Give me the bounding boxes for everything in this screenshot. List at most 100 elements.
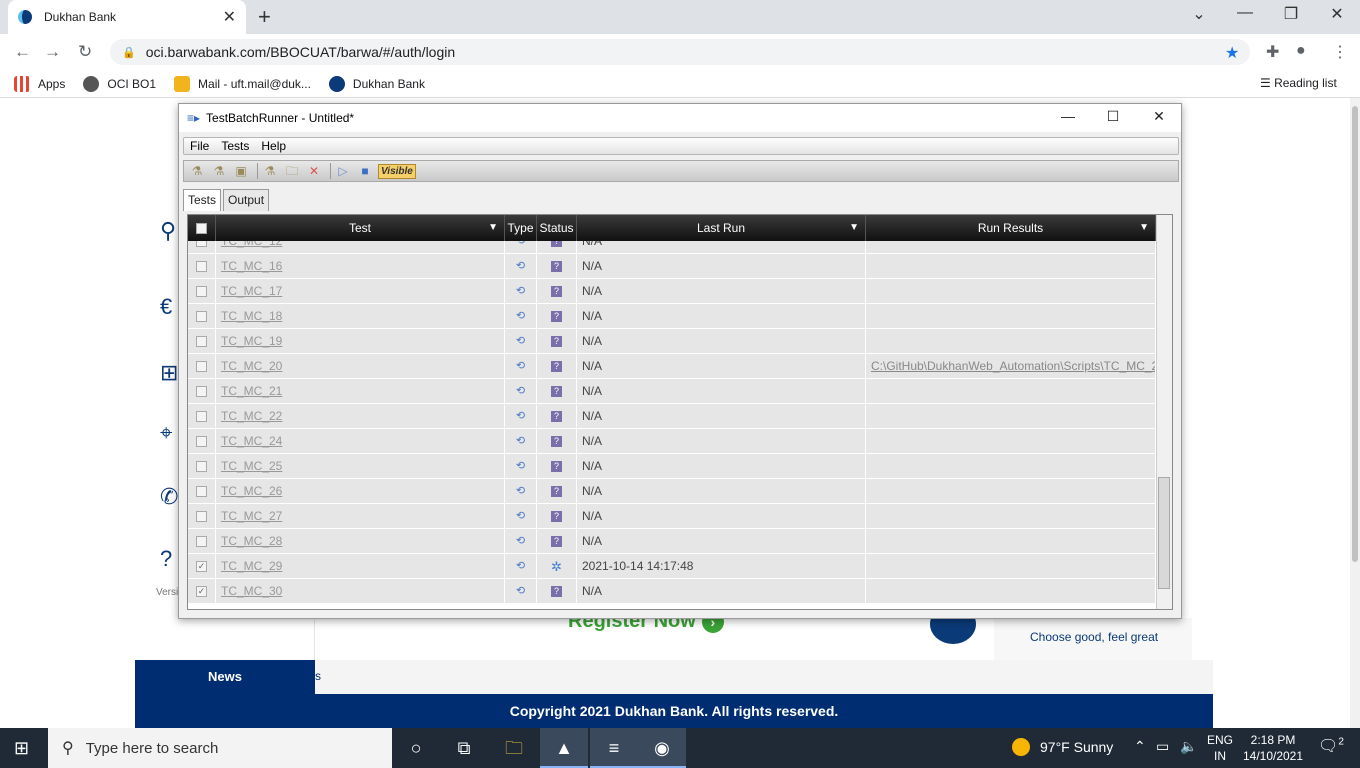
- run-results-cell[interactable]: [866, 529, 1156, 553]
- network-icon[interactable]: ▭: [1156, 738, 1169, 755]
- tab-tests[interactable]: Tests: [183, 189, 222, 211]
- test-name-cell[interactable]: TC_MC_29: [216, 554, 505, 578]
- window-maximize-button[interactable]: ☐: [1098, 108, 1128, 125]
- row-checkbox-cell[interactable]: [188, 454, 216, 478]
- checkbox[interactable]: [196, 386, 207, 398]
- table-row[interactable]: TC_MC_22 ⟲? N/A: [188, 404, 1156, 429]
- checkbox[interactable]: [196, 286, 207, 298]
- menu-file[interactable]: File: [184, 139, 215, 153]
- checkbox[interactable]: [196, 411, 207, 423]
- run-results-cell[interactable]: [866, 554, 1156, 578]
- table-row[interactable]: TC_MC_20 ⟲? N/A C:\GitHub\DukhanWeb_Automat…: [188, 354, 1156, 379]
- checkbox[interactable]: [196, 461, 207, 473]
- volume-icon[interactable]: 🔈: [1180, 738, 1197, 755]
- visible-toggle[interactable]: Visible: [378, 163, 416, 179]
- test-name-cell[interactable]: TC_MC_21: [216, 379, 505, 403]
- row-checkbox-cell[interactable]: [188, 479, 216, 503]
- test-name-cell[interactable]: TC_MC_12: [216, 241, 505, 253]
- cortana-icon[interactable]: ○: [392, 728, 440, 768]
- taskbar-search-box[interactable]: ⚲ Type here to search: [48, 728, 392, 768]
- window-close-button[interactable]: ✕: [1144, 108, 1174, 125]
- new-tab-button[interactable]: +: [258, 4, 271, 30]
- row-checkbox-cell[interactable]: [188, 254, 216, 278]
- phone-icon[interactable]: ✆: [160, 484, 178, 510]
- bookmark-dukhan[interactable]: Dukhan Bank: [328, 75, 425, 92]
- row-checkbox-cell[interactable]: [188, 529, 216, 553]
- add-folder-icon[interactable]: 🗀: [283, 163, 301, 179]
- row-checkbox-cell[interactable]: [188, 404, 216, 428]
- forward-icon[interactable]: →: [44, 42, 61, 62]
- bookmark-star-icon[interactable]: ★: [1225, 43, 1239, 63]
- run-results-cell[interactable]: C:\GitHub\DukhanWeb_Automation\Scripts\T…: [866, 354, 1156, 378]
- chrome-icon[interactable]: ◉: [638, 728, 686, 768]
- location-icon[interactable]: ⌖: [160, 420, 172, 446]
- profile-avatar-icon[interactable]: ●: [1296, 42, 1306, 60]
- row-checkbox-cell[interactable]: ✓: [188, 554, 216, 578]
- open-test-icon[interactable]: ⚗: [210, 163, 228, 179]
- save-icon[interactable]: ▣: [232, 163, 250, 179]
- checkbox[interactable]: ✓: [196, 586, 207, 598]
- test-name-cell[interactable]: TC_MC_24: [216, 429, 505, 453]
- row-checkbox-cell[interactable]: [188, 279, 216, 303]
- row-checkbox-cell[interactable]: ✓: [188, 579, 216, 603]
- row-checkbox-cell[interactable]: [188, 241, 216, 253]
- window-minimize-button[interactable]: —: [1053, 108, 1083, 124]
- notifications-icon[interactable]: 🗨2: [1318, 736, 1344, 756]
- bookmark-oci-bo1[interactable]: OCI BO1: [83, 75, 156, 92]
- address-bar[interactable]: 🔒 oci.barwabank.com/BBOCUAT/barwa/#/auth…: [110, 39, 1250, 65]
- task-view-icon[interactable]: ⧉: [440, 728, 488, 768]
- table-row[interactable]: TC_MC_28 ⟲? N/A: [188, 529, 1156, 554]
- column-header-last-run[interactable]: Last Run ▼: [577, 215, 866, 241]
- table-row[interactable]: TC_MC_26 ⟲? N/A: [188, 479, 1156, 504]
- extensions-icon[interactable]: ✚: [1266, 42, 1279, 62]
- row-checkbox-cell[interactable]: [188, 429, 216, 453]
- file-explorer-icon[interactable]: 🗀: [490, 728, 538, 768]
- back-icon[interactable]: ←: [14, 42, 31, 62]
- test-name-cell[interactable]: TC_MC_27: [216, 504, 505, 528]
- test-name-cell[interactable]: TC_MC_16: [216, 254, 505, 278]
- test-name-cell[interactable]: TC_MC_25: [216, 454, 505, 478]
- run-results-cell[interactable]: [866, 404, 1156, 428]
- show-hidden-icons-icon[interactable]: ⌃: [1134, 738, 1146, 755]
- table-row[interactable]: ✓ TC_MC_29 ⟲ ✲ 2021-10-14 14:17:48: [188, 554, 1156, 579]
- user-icon[interactable]: ⚲: [160, 218, 176, 244]
- run-results-cell[interactable]: [866, 479, 1156, 503]
- row-checkbox-cell[interactable]: [188, 304, 216, 328]
- run-results-cell[interactable]: [866, 329, 1156, 353]
- test-name-cell[interactable]: TC_MC_18: [216, 304, 505, 328]
- checkbox[interactable]: [196, 486, 207, 498]
- table-row[interactable]: TC_MC_21 ⟲? N/A: [188, 379, 1156, 404]
- test-name-cell[interactable]: TC_MC_22: [216, 404, 505, 428]
- bookmark-apps[interactable]: Apps: [14, 75, 65, 92]
- close-tab-icon[interactable]: ✕: [223, 7, 236, 27]
- checkbox[interactable]: [196, 241, 207, 248]
- window-titlebar[interactable]: ≡▸ TestBatchRunner - Untitled*: [179, 104, 1181, 132]
- run-results-cell[interactable]: [866, 241, 1156, 253]
- calculator-icon[interactable]: ⊞: [160, 360, 178, 386]
- table-row[interactable]: TC_MC_25 ⟲? N/A: [188, 454, 1156, 479]
- column-header-test[interactable]: Test ▼: [216, 215, 505, 241]
- test-name-cell[interactable]: TC_MC_19: [216, 329, 505, 353]
- reload-icon[interactable]: ↻: [78, 42, 92, 62]
- news-tab[interactable]: News: [135, 660, 315, 694]
- batch-runner-taskbar-icon[interactable]: ≡: [590, 728, 638, 768]
- menu-help[interactable]: Help: [255, 139, 292, 153]
- page-scroll-thumb[interactable]: [1352, 106, 1358, 562]
- checkbox[interactable]: [196, 436, 207, 448]
- table-row[interactable]: TC_MC_12 ⟲? N/A: [188, 241, 1156, 254]
- tab-output[interactable]: Output: [223, 189, 270, 211]
- table-row[interactable]: TC_MC_24 ⟲? N/A: [188, 429, 1156, 454]
- add-tests-icon[interactable]: ⚗: [261, 163, 279, 179]
- stop-icon[interactable]: ■: [356, 163, 374, 179]
- run-results-cell[interactable]: [866, 429, 1156, 453]
- table-row[interactable]: TC_MC_17 ⟲? N/A: [188, 279, 1156, 304]
- select-all-checkbox[interactable]: [188, 215, 216, 241]
- checkbox[interactable]: [196, 536, 207, 548]
- checkbox[interactable]: [196, 311, 207, 323]
- checkbox[interactable]: [196, 511, 207, 523]
- test-name-cell[interactable]: TC_MC_17: [216, 279, 505, 303]
- help-icon[interactable]: ?: [160, 546, 172, 572]
- filter-icon[interactable]: ▼: [849, 215, 859, 241]
- test-name-cell[interactable]: TC_MC_30: [216, 579, 505, 603]
- run-results-cell[interactable]: [866, 454, 1156, 478]
